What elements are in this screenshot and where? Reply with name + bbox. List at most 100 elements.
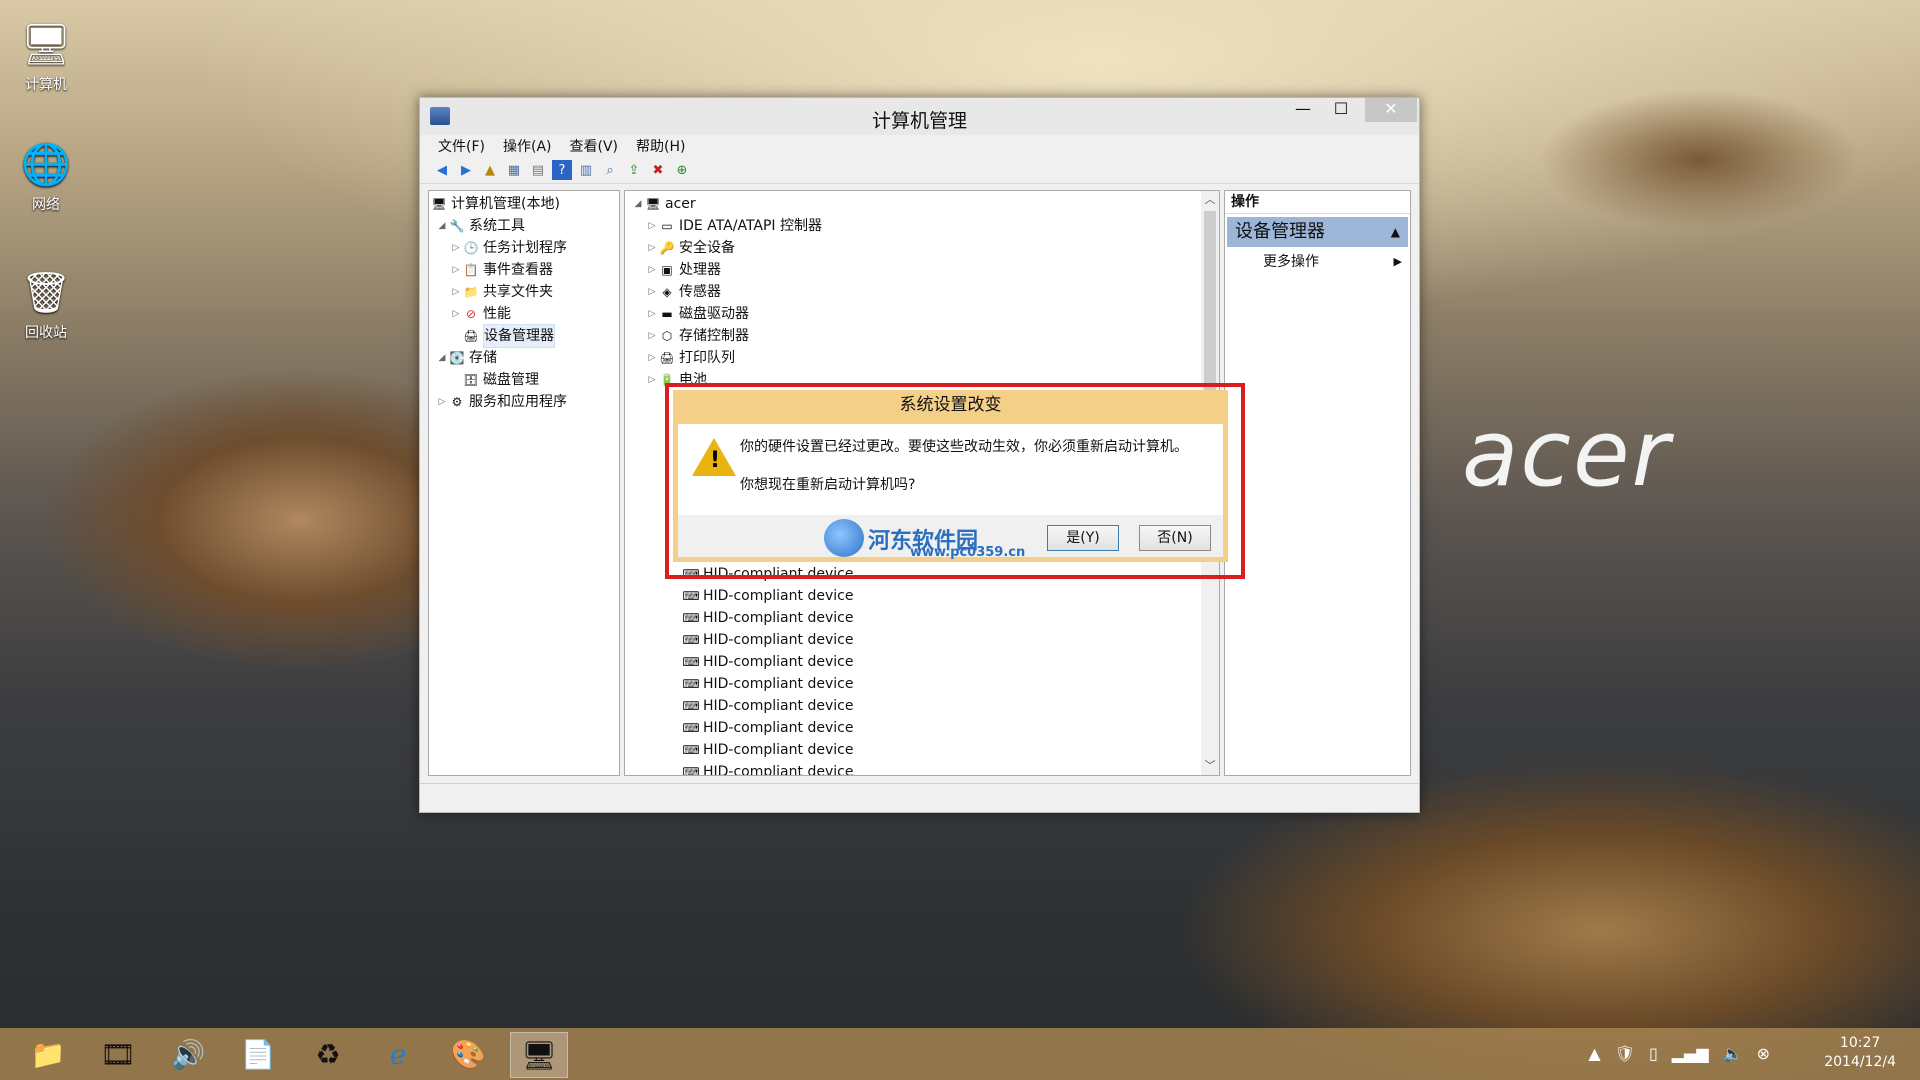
up-folder-icon[interactable]: ▲	[480, 160, 500, 180]
computer-icon: 🖥	[645, 197, 661, 211]
warning-exclamation: !	[710, 448, 721, 473]
scroll-up-icon[interactable]: ︿	[1201, 191, 1219, 209]
document-app-icon[interactable]: 📄	[230, 1032, 286, 1076]
device-category-item[interactable]: ▷ 🖨 打印队列	[625, 347, 1219, 369]
file-explorer-icon[interactable]: 📁	[20, 1032, 76, 1076]
help-icon[interactable]: ?	[552, 160, 572, 180]
tree-item-system-tools[interactable]: ◢ 🔧 系统工具	[429, 215, 619, 237]
console-tree-pane: 🖥 计算机管理(本地) ◢ 🔧 系统工具 ▷ 🕒 任务计划程序 ▷ 📋 事件查看…	[428, 190, 620, 776]
device-category-item[interactable]: ▷ ◈ 传感器	[625, 281, 1219, 303]
taskbar-clock[interactable]: 10:27 2014/12/4	[1824, 1034, 1896, 1072]
paint-app-icon[interactable]: 🎨	[440, 1032, 496, 1076]
no-button[interactable]: 否(N)	[1139, 525, 1211, 551]
title-bar[interactable]: 计算机管理 — ☐ ✕	[420, 98, 1419, 135]
disk-management-icon: 🗄	[463, 373, 479, 387]
console-tree-icon[interactable]: ▦	[504, 160, 524, 180]
scroll-thumb[interactable]	[1204, 211, 1216, 391]
device-category-item[interactable]: ▷ 🔑 安全设备	[625, 237, 1219, 259]
expand-arrow-icon[interactable]: ◢	[435, 347, 449, 369]
hid-device-icon: ⌨	[682, 721, 700, 735]
tree-item-disk-management[interactable]: 🗄 磁盘管理	[429, 369, 619, 391]
back-arrow-icon[interactable]: ◀	[432, 160, 452, 180]
expand-arrow-icon[interactable]: ▷	[645, 369, 659, 391]
tree-item-performance[interactable]: ▷ ⊘ 性能	[429, 303, 619, 325]
desktop-icon-computer[interactable]: 🖥 计算机	[12, 18, 80, 94]
hid-device-icon: ⌨	[682, 677, 700, 691]
computer-management-taskbar-icon[interactable]: 🖥	[510, 1032, 568, 1078]
scan-hardware-icon[interactable]: ⌕	[600, 160, 620, 180]
security-shield-icon[interactable]: 🛡	[1615, 1044, 1635, 1063]
scroll-down-icon[interactable]: ﹀	[1201, 757, 1219, 775]
expand-arrow-icon[interactable]: ▷	[449, 281, 463, 303]
hid-device-item[interactable]: ⌨ HID-compliant device	[625, 585, 1219, 607]
media-app-icon[interactable]: 🎞	[90, 1032, 146, 1076]
tree-item-computer-management[interactable]: 🖥 计算机管理(本地)	[429, 193, 619, 215]
expand-arrow-icon[interactable]: ◢	[631, 193, 645, 215]
collapse-arrow-icon[interactable]: ▲	[1391, 217, 1400, 247]
more-actions-item[interactable]: 更多操作 ▶	[1225, 250, 1410, 274]
update-driver-icon[interactable]: ⇪	[624, 160, 644, 180]
acer-wallpaper-logo: acer	[1462, 400, 1672, 507]
system-settings-change-dialog: 系统设置改变 ! 你的硬件设置已经过更改。要使这些改动生效，你必须重新启动计算机…	[673, 390, 1228, 562]
hid-device-item[interactable]: ⌨ HID-compliant device	[625, 629, 1219, 651]
close-button[interactable]: ✕	[1365, 98, 1417, 122]
signal-icon[interactable]: ▂▄▆	[1672, 1044, 1709, 1063]
menu-help[interactable]: 帮助(H)	[636, 136, 685, 156]
expand-arrow-icon[interactable]: ▷	[645, 215, 659, 237]
network-status-icon[interactable]: ⊗	[1757, 1044, 1770, 1063]
hid-device-item[interactable]: ⌨ HID-compliant device	[625, 695, 1219, 717]
tree-item-device-manager[interactable]: 🖨 设备管理器	[429, 324, 619, 348]
expand-arrow-icon[interactable]: ▷	[645, 281, 659, 303]
expand-arrow-icon[interactable]: ▷	[449, 237, 463, 259]
tree-item-shared-folders[interactable]: ▷ 📁 共享文件夹	[429, 281, 619, 303]
speaker-app-icon[interactable]: 🔊	[160, 1032, 216, 1076]
maximize-button[interactable]: ☐	[1325, 98, 1357, 122]
uninstall-device-icon[interactable]: ✖	[648, 160, 668, 180]
internet-explorer-icon[interactable]: ℯ	[370, 1032, 426, 1076]
actions-section-device-manager[interactable]: 设备管理器 ▲	[1227, 217, 1408, 247]
hid-device-item[interactable]: ⌨ HID-compliant device	[625, 607, 1219, 629]
menu-action[interactable]: 操作(A)	[503, 136, 552, 156]
volume-icon[interactable]: 🔈	[1723, 1044, 1743, 1063]
menu-file[interactable]: 文件(F)	[438, 136, 485, 156]
device-tree-root[interactable]: ◢ 🖥 acer	[625, 193, 1219, 215]
tree-item-storage[interactable]: ◢ 💽 存储	[429, 347, 619, 369]
hid-device-item[interactable]: ⌨ HID-compliant device	[625, 761, 1219, 775]
tree-item-task-scheduler[interactable]: ▷ 🕒 任务计划程序	[429, 237, 619, 259]
hid-device-item[interactable]: ⌨ HID-compliant device	[625, 651, 1219, 673]
desktop-icon-network[interactable]: 🌐 网络	[12, 138, 80, 214]
hid-device-item[interactable]: ⌨ HID-compliant device	[625, 673, 1219, 695]
device-category-item[interactable]: ▷ ▣ 处理器	[625, 259, 1219, 281]
yes-button[interactable]: 是(Y)	[1047, 525, 1119, 551]
forward-arrow-icon[interactable]: ▶	[456, 160, 476, 180]
expand-arrow-icon[interactable]: ◢	[435, 215, 449, 237]
enable-device-icon[interactable]: ⊕	[672, 160, 692, 180]
action-pane-icon[interactable]: ▥	[576, 160, 596, 180]
expand-arrow-icon[interactable]: ▷	[645, 347, 659, 369]
tree-item-event-viewer[interactable]: ▷ 📋 事件查看器	[429, 259, 619, 281]
hid-device-icon: ⌨	[682, 633, 700, 647]
expand-arrow-icon[interactable]: ▷	[645, 325, 659, 347]
minimize-button[interactable]: —	[1287, 98, 1319, 122]
device-category-item[interactable]: ▷ ▭ IDE ATA/ATAPI 控制器	[625, 215, 1219, 237]
watermark-url: www.pc0359.cn	[910, 545, 1026, 560]
hid-device-item[interactable]: ⌨ HID-compliant device	[625, 739, 1219, 761]
expand-arrow-icon[interactable]: ▷	[435, 391, 449, 413]
green-app-icon[interactable]: ♻	[300, 1032, 356, 1076]
computer-management-icon: 🖥	[431, 197, 447, 211]
expand-arrow-icon[interactable]: ▷	[645, 303, 659, 325]
tree-item-services-applications[interactable]: ▷ ⚙ 服务和应用程序	[429, 391, 619, 413]
desktop-icon-recycle-bin[interactable]: 🗑 回收站	[12, 266, 80, 342]
battery-icon[interactable]: ▯	[1649, 1044, 1658, 1063]
device-category-item[interactable]: ▷ ▬ 磁盘驱动器	[625, 303, 1219, 325]
device-category-item[interactable]: ▷ ⬡ 存储控制器	[625, 325, 1219, 347]
expand-arrow-icon[interactable]: ▷	[449, 259, 463, 281]
expand-arrow-icon[interactable]: ▷	[449, 303, 463, 325]
dialog-footer: 河东软件园 www.pc0359.cn 是(Y) 否(N)	[678, 515, 1223, 560]
expand-arrow-icon[interactable]: ▷	[645, 259, 659, 281]
properties-icon[interactable]: ▤	[528, 160, 548, 180]
hid-device-item[interactable]: ⌨ HID-compliant device	[625, 717, 1219, 739]
expand-arrow-icon[interactable]: ▷	[645, 237, 659, 259]
show-hidden-icons-icon[interactable]: ▲	[1588, 1044, 1600, 1063]
menu-view[interactable]: 查看(V)	[570, 136, 619, 156]
